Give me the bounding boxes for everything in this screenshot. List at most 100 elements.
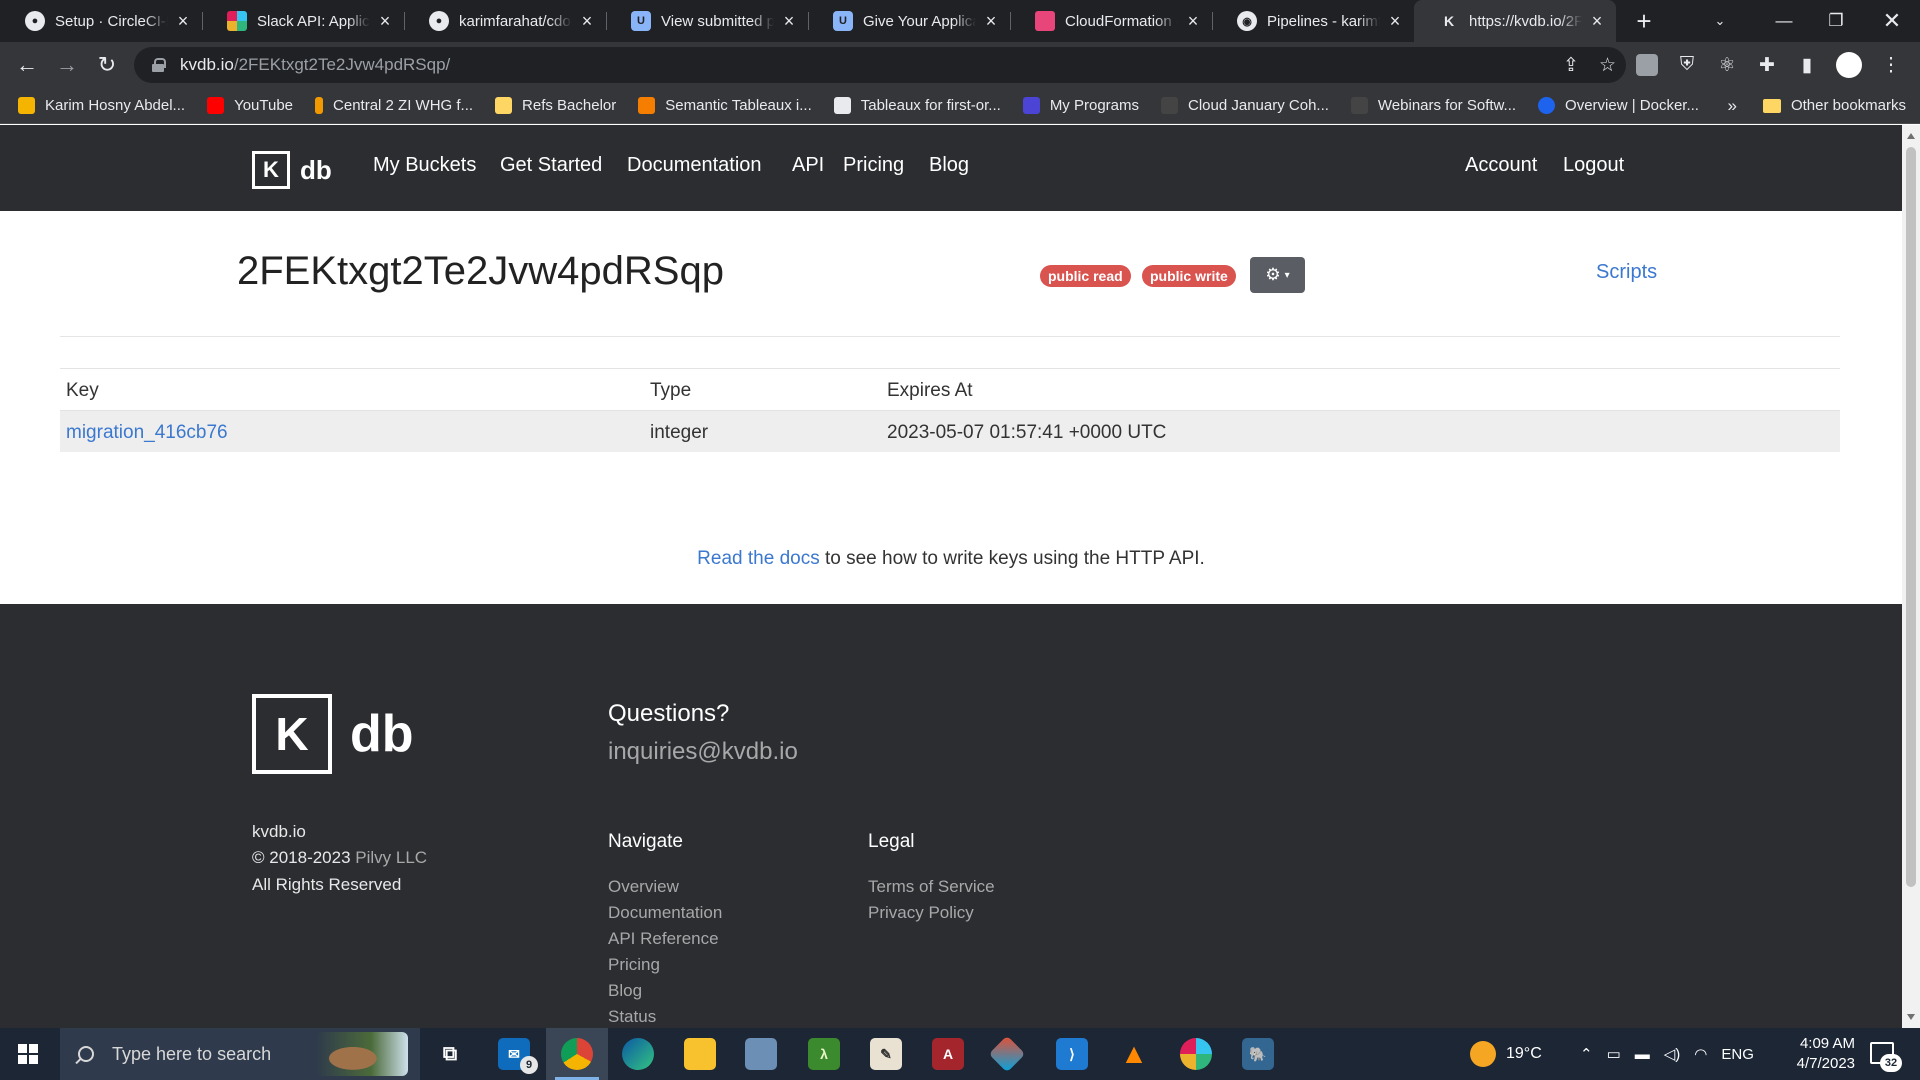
browser-tab[interactable]: ● Setup · CircleCI-P × [0,0,202,42]
vlc-icon[interactable]: ▲ [1118,1038,1150,1070]
close-icon[interactable]: × [1184,11,1202,32]
footer-link-privacy[interactable]: Privacy Policy [868,903,974,923]
paint-icon[interactable]: ✎ [870,1038,902,1070]
chrome-icon[interactable] [561,1038,593,1070]
browser-tab[interactable]: Slack API: Applica × [202,0,404,42]
footer-logo[interactable]: K db [252,694,414,774]
windows-start-icon[interactable] [18,1044,38,1064]
pilvy-link[interactable]: Pilvy LLC [355,848,427,867]
scrollbar-thumb[interactable] [1906,147,1916,887]
file-explorer-icon[interactable] [684,1038,716,1070]
restore-icon[interactable]: ❐ [1808,0,1864,42]
bookmark-item[interactable]: Refs Bachelor [495,97,616,114]
footer-link-terms[interactable]: Terms of Service [868,877,995,897]
bucket-settings-dropdown[interactable]: ⚙ ▾ [1250,257,1305,293]
bookmark-item[interactable]: Tableaux for first-or... [833,97,1001,114]
footer-link-overview[interactable]: Overview [608,877,679,897]
address-bar[interactable]: kvdb.io/2FEKtxgt2Te2Jvw4pdRSqp/ ⇪ ☆ [134,47,1626,83]
remote-desktop-icon[interactable] [745,1038,777,1070]
close-icon[interactable]: × [1588,11,1606,32]
close-icon[interactable]: × [174,11,192,32]
minimize-icon[interactable]: — [1756,0,1812,42]
browser-tab[interactable]: ◉ Pipelines - karimf × [1212,0,1414,42]
weather-widget[interactable]: 19°C [1470,1028,1542,1080]
shield-icon[interactable]: ⛨ [1676,54,1698,76]
meet-now-icon[interactable]: ▭ [1607,1045,1621,1063]
lock-icon[interactable] [152,58,166,72]
bookmark-item[interactable]: Webinars for Softw... [1350,97,1516,114]
battery-icon[interactable]: ▬ [1635,1046,1650,1063]
browser-tab[interactable]: U View submitted p × [606,0,808,42]
lambda-app-icon[interactable]: λ [808,1038,840,1070]
vscode-icon[interactable]: ⟩ [1056,1038,1088,1070]
hidden-icons-chevron-icon[interactable]: ⌃ [1580,1045,1593,1063]
tab-search-icon[interactable]: ⌄ [1692,0,1748,42]
close-icon[interactable]: × [1386,11,1404,32]
bookmark-star-icon[interactable]: ☆ [1599,54,1616,77]
bookmarks-overflow-icon[interactable]: » [1727,96,1736,116]
nav-my-buckets[interactable]: My Buckets [373,154,476,177]
forward-icon[interactable]: → [47,52,87,78]
scroll-down-icon[interactable] [1907,1014,1915,1020]
system-clock[interactable]: 4:09 AM 4/7/2023 [1765,1034,1855,1074]
profile-avatar-icon[interactable] [1836,52,1862,78]
other-bookmarks[interactable]: Other bookmarks [1762,97,1906,114]
bookmark-item[interactable]: Overview | Docker... [1538,97,1699,114]
new-tab-icon[interactable]: + [1622,6,1666,37]
browser-tab[interactable]: ● karimfarahat/cdo × [404,0,606,42]
wifi-icon[interactable]: ◠ [1694,1045,1707,1063]
bookmark-item[interactable]: Cloud January Coh... [1161,97,1329,114]
language-indicator[interactable]: ENG [1721,1046,1754,1063]
nav-logout[interactable]: Logout [1563,154,1624,177]
nav-documentation[interactable]: Documentation [627,154,762,177]
nav-blog[interactable]: Blog [929,154,969,177]
page-scrollbar[interactable] [1902,125,1920,1028]
kvdb-logo[interactable]: K db [252,151,332,189]
close-icon[interactable]: × [578,11,596,32]
slack-icon[interactable] [1180,1038,1212,1070]
scroll-up-icon[interactable] [1907,133,1915,139]
bookmark-item[interactable]: Central 2 ZI WHG f... [315,97,473,114]
scripts-link[interactable]: Scripts [1596,261,1657,284]
reload-icon[interactable]: ↻ [87,52,127,78]
key-link[interactable]: migration_416cb76 [66,422,228,443]
more-menu-icon[interactable]: ⋮ [1880,54,1902,76]
back-icon[interactable]: ← [7,52,47,78]
logo-db-text: db [300,154,332,185]
nav-pricing[interactable]: Pricing [843,154,904,177]
bookmark-item[interactable]: YouTube [207,97,293,114]
bookmark-item[interactable]: Karim Hosny Abdel... [18,97,185,114]
browser-tab[interactable]: CloudFormation - × [1010,0,1212,42]
side-panel-icon[interactable]: ▮ [1796,54,1818,76]
footer-link-api-reference[interactable]: API Reference [608,929,719,949]
footer-link-blog[interactable]: Blog [608,981,642,1001]
footer-link-status[interactable]: Status [608,1007,656,1027]
access-icon[interactable]: A [932,1038,964,1070]
browser-tab-active[interactable]: K https://kvdb.io/2F × [1414,0,1616,42]
tab-title: Slack API: Applica [257,12,370,30]
app-icon[interactable] [988,1035,1026,1073]
extensions-puzzle-icon[interactable]: ✚ [1756,54,1778,76]
task-view-icon[interactable]: ⧉ [434,1038,466,1070]
react-devtools-icon[interactable]: ⚛ [1716,54,1738,76]
contact-email-link[interactable]: inquiries@kvdb.io [608,738,798,766]
bookmark-item[interactable]: Semantic Tableaux i... [638,97,812,114]
taskbar-search-box[interactable]: Type here to search [60,1028,420,1080]
close-icon[interactable]: × [982,11,1000,32]
edge-icon[interactable] [622,1038,654,1070]
browser-tab[interactable]: U Give Your Applica × [808,0,1010,42]
footer-link-pricing[interactable]: Pricing [608,955,660,975]
close-icon[interactable]: × [376,11,394,32]
nav-get-started[interactable]: Get Started [500,154,602,177]
share-icon[interactable]: ⇪ [1563,54,1579,77]
read-the-docs-link[interactable]: Read the docs [697,548,820,569]
nav-api[interactable]: API [792,154,824,177]
extension-icon[interactable] [1636,54,1658,76]
close-window-icon[interactable]: ✕ [1864,0,1920,42]
bookmark-item[interactable]: My Programs [1022,97,1139,114]
nav-account[interactable]: Account [1465,154,1537,177]
volume-icon[interactable]: ◁) [1664,1045,1681,1063]
postgresql-icon[interactable]: 🐘 [1242,1038,1274,1070]
footer-link-documentation[interactable]: Documentation [608,903,722,923]
close-icon[interactable]: × [780,11,798,32]
